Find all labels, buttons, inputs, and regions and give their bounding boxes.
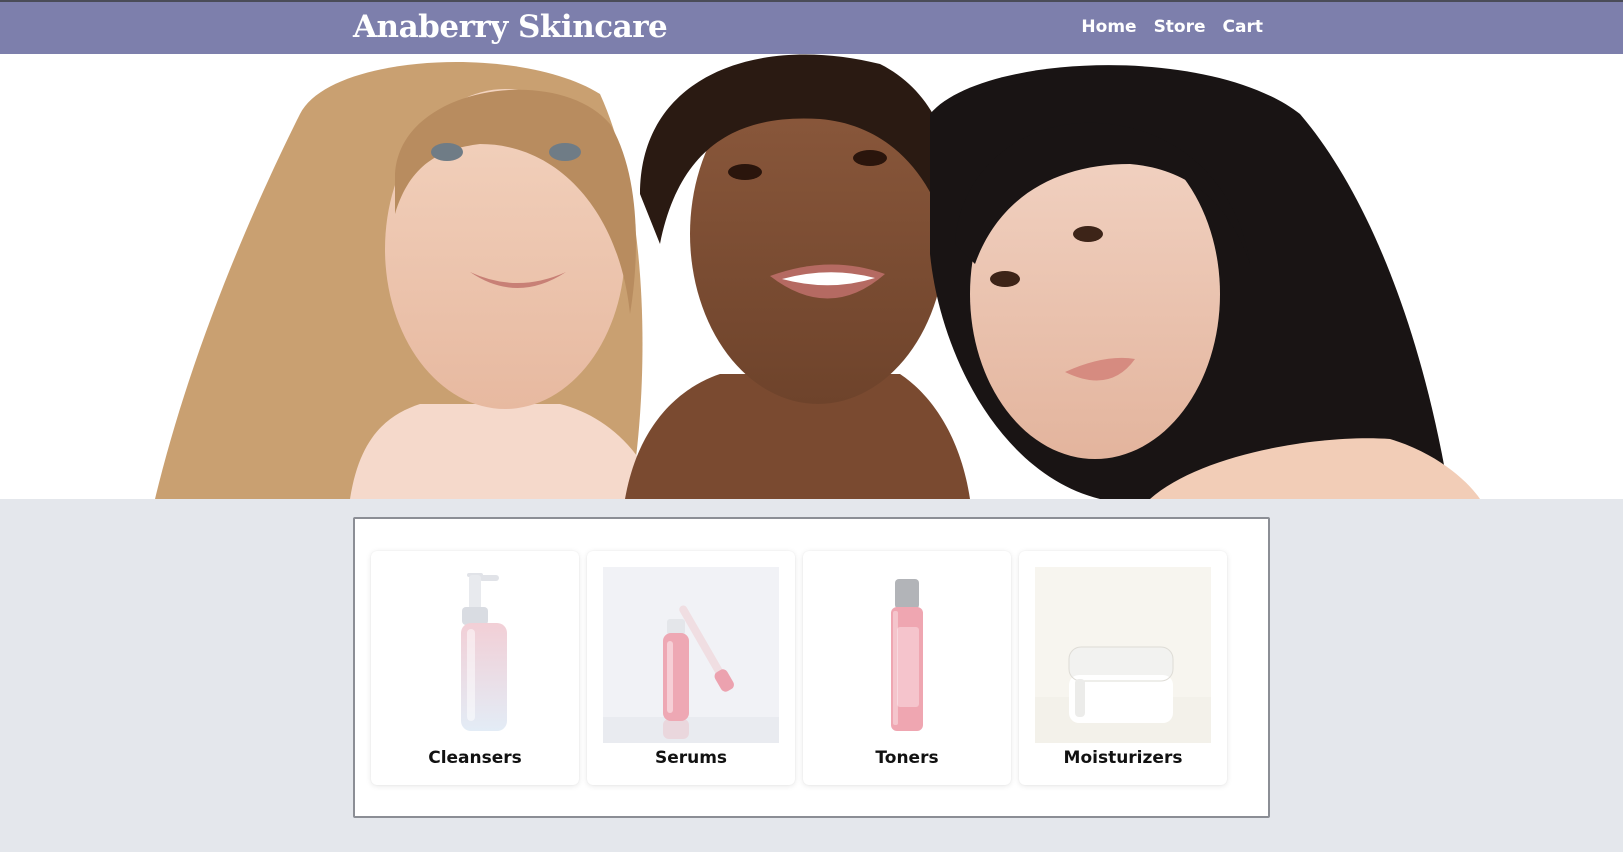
hero-banner-image <box>0 54 1623 499</box>
brand-logo[interactable]: Anaberry Skincare <box>353 9 668 45</box>
toner-bottle-image <box>891 579 923 731</box>
nav-store-link[interactable]: Store <box>1154 17 1206 37</box>
nav-home-link[interactable]: Home <box>1081 17 1136 37</box>
category-label: Cleansers <box>428 748 522 768</box>
category-label: Moisturizers <box>1063 748 1183 768</box>
category-label: Serums <box>654 748 728 768</box>
nav-cart-link[interactable]: Cart <box>1223 17 1263 37</box>
pump-bottle-image <box>461 573 507 731</box>
category-panel: Cleansers Serums Toners Moisturizers <box>353 517 1270 818</box>
hero-photo-illustration <box>155 54 1480 499</box>
main-nav: Home Store Cart <box>1081 17 1263 37</box>
category-card-serums[interactable]: Serums <box>587 551 795 785</box>
dropper-bottle-image <box>603 567 779 743</box>
category-card-cleansers[interactable]: Cleansers <box>371 551 579 785</box>
category-card-moisturizers[interactable]: Moisturizers <box>1019 551 1227 785</box>
cream-jar-image <box>1035 567 1211 743</box>
site-header: Anaberry Skincare Home Store Cart <box>0 2 1623 54</box>
category-label: Toners <box>875 748 939 768</box>
category-card-toners[interactable]: Toners <box>803 551 1011 785</box>
